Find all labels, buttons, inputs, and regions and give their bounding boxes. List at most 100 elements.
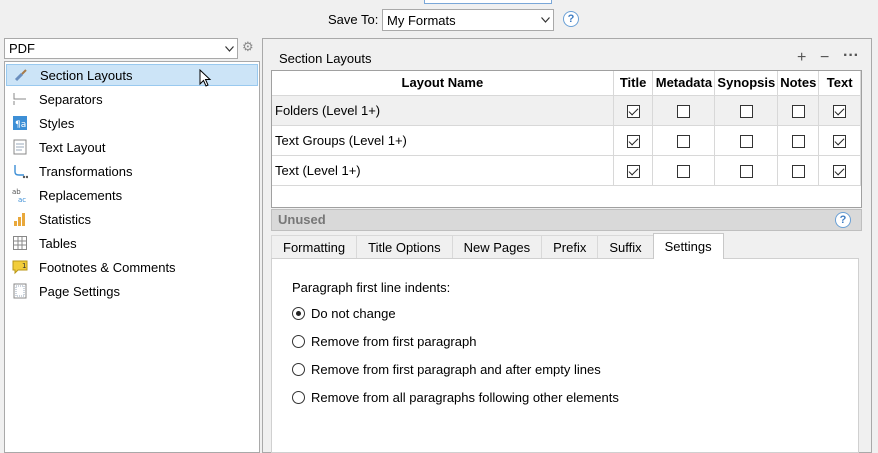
gear-icon[interactable]: ⚙ (242, 40, 256, 54)
title-checkbox[interactable] (626, 134, 640, 148)
footnote-icon: 1 (11, 259, 29, 275)
replacements-icon: ab ac (11, 187, 29, 203)
notes-checkbox[interactable] (791, 104, 805, 118)
sidebar-item-page-settings[interactable]: Page Settings (6, 280, 258, 302)
svg-text:¶a: ¶a (15, 120, 26, 130)
metadata-checkbox[interactable] (677, 104, 691, 118)
format-sections-list: Section Layouts Separators ¶a Styles Tex… (4, 61, 260, 453)
column-header-metadata[interactable]: Metadata (652, 71, 716, 96)
layout-name-cell: Text Groups (Level 1+) (272, 125, 614, 156)
format-select[interactable]: PDF (4, 38, 238, 59)
unused-section-bar[interactable] (271, 209, 862, 231)
notes-checkbox[interactable] (791, 134, 805, 148)
paragraph-indents-label: Paragraph first line indents: (292, 280, 451, 295)
tab-title-options[interactable]: Title Options (356, 235, 453, 259)
remove-layout-button[interactable]: − (820, 50, 829, 66)
column-header-synopsis[interactable]: Synopsis (714, 71, 779, 96)
table-row[interactable]: Text (Level 1+) (272, 155, 861, 186)
radio-do-not-change[interactable]: Do not change (292, 306, 396, 321)
table-header-row: Layout Name Title Metadata Synopsis Note… (272, 71, 861, 96)
save-to-label: Save To: (328, 12, 379, 27)
radio-remove-all-following-other[interactable]: Remove from all paragraphs following oth… (292, 390, 619, 405)
section-layouts-title: Section Layouts (279, 51, 372, 66)
radio-button[interactable] (292, 307, 305, 320)
radio-label: Do not change (311, 306, 396, 321)
sidebar-item-statistics[interactable]: Statistics (6, 208, 258, 230)
brush-icon (12, 67, 30, 83)
radio-button[interactable] (292, 335, 305, 348)
page-settings-icon (11, 283, 29, 299)
sidebar-item-section-layouts[interactable]: Section Layouts (6, 64, 258, 86)
styles-icon: ¶a (11, 115, 29, 131)
save-to-value: My Formats (387, 12, 456, 28)
sidebar-item-label: Styles (39, 115, 75, 131)
text-checkbox[interactable] (833, 164, 847, 178)
radio-label: Remove from first paragraph (311, 334, 477, 349)
mouse-cursor-icon (199, 68, 212, 92)
sidebar-item-styles[interactable]: ¶a Styles (6, 112, 258, 134)
statistics-icon (11, 211, 29, 227)
transformations-icon (11, 163, 29, 179)
sidebar-item-label: Section Layouts (40, 67, 133, 83)
tab-formatting[interactable]: Formatting (271, 235, 358, 259)
synopsis-checkbox[interactable] (739, 134, 753, 148)
sidebar-item-label: Footnotes & Comments (39, 259, 176, 275)
metadata-checkbox[interactable] (677, 134, 691, 148)
svg-text:ab: ab (12, 188, 21, 196)
table-row[interactable]: Text Groups (Level 1+) (272, 125, 861, 156)
column-header-notes[interactable]: Notes (777, 71, 820, 96)
save-to-select[interactable]: My Formats (382, 9, 554, 31)
unused-label: Unused (278, 212, 326, 227)
sidebar-item-separators[interactable]: Separators (6, 88, 258, 110)
sidebar-item-label: Text Layout (39, 139, 106, 155)
synopsis-checkbox[interactable] (739, 164, 753, 178)
radio-label: Remove from all paragraphs following oth… (311, 390, 619, 405)
title-checkbox[interactable] (626, 104, 640, 118)
layout-name-cell: Folders (Level 1+) (272, 95, 614, 126)
chevron-down-icon (221, 45, 237, 52)
tables-icon (11, 235, 29, 251)
text-checkbox[interactable] (833, 104, 847, 118)
help-icon[interactable]: ? (835, 212, 851, 228)
svg-text:1: 1 (22, 262, 26, 270)
column-header-text[interactable]: Text (818, 71, 861, 96)
sidebar-item-label: Tables (39, 235, 77, 251)
svg-text:ac: ac (18, 196, 26, 203)
sidebar-item-replacements[interactable]: ab ac Replacements (6, 184, 258, 206)
sidebar-item-label: Transformations (39, 163, 133, 179)
column-header-layout-name[interactable]: Layout Name (272, 71, 614, 96)
add-layout-button[interactable]: + (797, 50, 806, 66)
sidebar-item-transformations[interactable]: Transformations (6, 160, 258, 182)
radio-label: Remove from first paragraph and after em… (311, 362, 601, 377)
sidebar-item-label: Statistics (39, 211, 92, 227)
tab-settings[interactable]: Settings (652, 233, 724, 259)
radio-button[interactable] (292, 363, 305, 376)
table-row[interactable]: Folders (Level 1+) (272, 95, 861, 126)
layout-options-tabs: Formatting Title Options New Pages Prefi… (271, 233, 724, 259)
sidebar-item-footnotes-comments[interactable]: 1 Footnotes & Comments (6, 256, 258, 278)
tab-prefix[interactable]: Prefix (541, 235, 599, 259)
notes-checkbox[interactable] (791, 164, 805, 178)
tab-new-pages[interactable]: New Pages (451, 235, 543, 259)
text-layout-icon (11, 139, 29, 155)
radio-remove-first-paragraph[interactable]: Remove from first paragraph (292, 334, 476, 349)
sidebar-item-label: Separators (39, 91, 103, 107)
layout-name-cell: Text (Level 1+) (272, 155, 614, 186)
help-icon[interactable]: ? (563, 11, 579, 27)
synopsis-checkbox[interactable] (739, 104, 753, 118)
format-select-value: PDF (9, 41, 35, 56)
radio-button[interactable] (292, 391, 305, 404)
sidebar-item-text-layout[interactable]: Text Layout (6, 136, 258, 158)
separator-icon (11, 91, 29, 107)
more-options-button[interactable]: ··· (843, 48, 859, 64)
column-header-title[interactable]: Title (613, 71, 654, 96)
section-layouts-table: Layout Name Title Metadata Synopsis Note… (271, 70, 862, 208)
title-checkbox[interactable] (626, 164, 640, 178)
tab-suffix[interactable]: Suffix (597, 235, 654, 259)
sidebar-item-label: Replacements (39, 187, 123, 203)
sidebar-item-tables[interactable]: Tables (6, 232, 258, 254)
sidebar-item-label: Page Settings (39, 283, 120, 299)
metadata-checkbox[interactable] (677, 164, 691, 178)
text-checkbox[interactable] (833, 134, 847, 148)
radio-remove-first-and-after-empty[interactable]: Remove from first paragraph and after em… (292, 362, 601, 377)
